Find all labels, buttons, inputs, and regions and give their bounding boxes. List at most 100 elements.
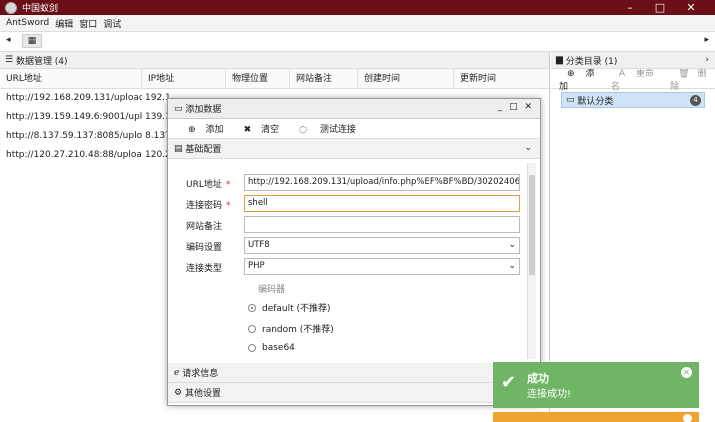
menu-edit[interactable]: 编辑 <box>55 17 73 30</box>
row-ip: 120.2 <box>145 150 169 160</box>
encoder-radio-random[interactable]: random (不推荐) <box>248 322 334 335</box>
success-toast: ✔ 成功 连接成功! ✕ <box>493 362 699 408</box>
dialog-clear-label: 清空 <box>261 125 280 135</box>
encoder-default-label: default (不推荐) <box>262 304 331 314</box>
connection-type-select[interactable]: PHP ⌄ <box>244 258 520 275</box>
toast-close-icon[interactable] <box>683 414 692 422</box>
config-icon: ▤ <box>174 143 186 154</box>
rename-category-button[interactable]: A 重命名 <box>611 66 662 92</box>
tab-toolbar: ◂ ▦ ▸ <box>0 32 715 52</box>
section-other-settings[interactable]: ⚙ 其他设置 <box>168 383 540 403</box>
scrollbar-thumb[interactable] <box>529 175 535 275</box>
column-url[interactable]: URL地址 <box>0 69 142 89</box>
chevron-down-icon: ⌄ <box>508 240 516 250</box>
column-updated[interactable]: 更新时间 <box>454 69 550 89</box>
category-panel-header: ▆ 分类目录 (1) › <box>551 52 715 69</box>
request-icon: ℯ <box>174 367 183 378</box>
category-panel-title: 分类目录 (1) <box>565 56 618 67</box>
warning-toast <box>493 412 699 422</box>
column-ip[interactable]: IP地址 <box>142 69 226 89</box>
column-location[interactable]: 物理位置 <box>226 69 290 89</box>
home-tab-grid-icon[interactable]: ▦ <box>22 34 42 48</box>
basic-config-form: URL地址 * http://192.168.209.131/upload/inf… <box>172 161 538 361</box>
radio-selected-icon <box>248 303 256 312</box>
encoder-base64-label: base64 <box>262 343 295 353</box>
toast-close-icon[interactable]: ✕ <box>681 367 692 378</box>
scroll-left-icon[interactable]: ◂ <box>6 35 11 45</box>
radio-icon <box>248 324 256 333</box>
gears-icon: ⚙ <box>174 387 185 398</box>
category-count-badge: 4 <box>690 95 701 106</box>
section-basic-config[interactable]: ▤ 基础配置 ⌄ <box>168 139 540 159</box>
menu-window[interactable]: 窗口 <box>79 17 97 30</box>
encoder-title: 编码器 <box>258 285 286 295</box>
data-panel-header: ☰ 数据管理 (4) <box>0 52 549 69</box>
encoder-radio-base64[interactable]: base64 <box>248 343 295 353</box>
dialog-add-button[interactable]: ⊕ 添加 <box>178 122 224 135</box>
category-toolbar: ⊕ 添加 A 重命名 🗑 删除 <box>551 66 715 92</box>
trash-icon: 🗑 <box>678 68 690 79</box>
row-ip: 139.1 <box>145 112 169 122</box>
plus-circle-icon: ⊕ <box>567 68 575 79</box>
dialog-title: 添加数据 <box>185 105 222 115</box>
chevron-down-icon: ⌄ <box>508 261 516 271</box>
dialog-test-label: 测试连接 <box>319 125 356 135</box>
dialog-add-label: 添加 <box>205 125 224 135</box>
type-label: 连接类型 <box>186 264 223 274</box>
chevron-down-icon: ⌄ <box>524 143 532 153</box>
column-note[interactable]: 网站备注 <box>290 69 358 89</box>
row-ip: 192.1 <box>145 93 169 103</box>
password-input[interactable]: shell <box>244 195 520 212</box>
url-label: URL地址 * <box>186 180 231 190</box>
window-icon: ▭ <box>174 103 186 114</box>
dialog-toolbar: ⊕ 添加 ✖ 清空 ◌ 测试连接 <box>168 119 540 139</box>
password-label: 连接密码 * <box>186 201 231 211</box>
section-request-info[interactable]: ℯ 请求信息 <box>168 363 540 383</box>
radio-icon <box>248 344 256 352</box>
plus-circle-icon: ⊕ <box>188 125 196 135</box>
folder-open-icon: ▭ <box>566 95 578 105</box>
grid-header: URL地址 IP地址 物理位置 网站备注 创建时间 更新时间 <box>0 69 549 89</box>
add-category-button[interactable]: ⊕ 添加 <box>559 66 603 92</box>
note-input[interactable] <box>244 216 520 233</box>
dialog-test-connection-button[interactable]: ◌ 测试连接 <box>289 122 356 135</box>
collapse-panel-icon[interactable]: › <box>705 55 709 65</box>
list-icon: ☰ <box>5 55 16 65</box>
category-item-default[interactable]: ▭ 默认分类 4 <box>561 92 705 108</box>
maximize-button[interactable]: □ <box>647 0 673 15</box>
row-url: http://139.159.149.6:9001/upload <box>6 112 142 122</box>
category-item-label: 默认分类 <box>577 96 614 107</box>
url-input[interactable]: http://192.168.209.131/upload/info.php%E… <box>244 174 520 191</box>
dialog-clear-button[interactable]: ✖ 清空 <box>234 122 280 135</box>
menu-antsword[interactable]: AntSword <box>6 18 49 28</box>
minimize-button[interactable]: – <box>617 0 643 15</box>
app-logo-icon <box>5 1 17 14</box>
add-data-dialog: ▭ 添加数据 _ □ ✕ ⊕ 添加 ✖ 清空 ◌ 测试连接 ▤ 基础配置 ⌄ URL… <box>167 98 541 406</box>
spinner-icon: ◌ <box>299 125 307 135</box>
scroll-right-icon[interactable]: ▸ <box>704 35 709 45</box>
section-basic-label: 基础配置 <box>185 145 222 155</box>
menu-debug[interactable]: 调试 <box>103 17 121 30</box>
encoder-radio-default[interactable]: default (不推荐) <box>248 301 331 314</box>
close-button[interactable]: ✕ <box>678 0 704 15</box>
encoder-random-label: random (不推荐) <box>262 325 334 335</box>
encoding-select[interactable]: UTF8 ⌄ <box>244 237 520 254</box>
folder-icon: ▆ <box>556 55 566 65</box>
connection-type-value: PHP <box>248 261 265 271</box>
dialog-window-controls[interactable]: _ □ ✕ <box>498 102 534 112</box>
window-title: 中国蚁剑 <box>22 4 59 14</box>
toast-message: 连接成功! <box>527 389 572 400</box>
add-category-label: 添加 <box>559 68 595 92</box>
delete-category-button[interactable]: 🗑 删除 <box>670 66 715 92</box>
dialog-titlebar[interactable]: ▭ 添加数据 _ □ ✕ <box>168 99 540 119</box>
menu-bar: AntSword 编辑 窗口 调试 <box>0 15 715 32</box>
rename-category-label: 重命名 <box>610 68 654 92</box>
section-request-label: 请求信息 <box>182 369 219 379</box>
form-scrollbar[interactable] <box>527 163 536 359</box>
x-icon: ✖ <box>243 125 252 135</box>
encoding-label: 编码设置 <box>186 243 223 253</box>
column-created[interactable]: 创建时间 <box>358 69 454 89</box>
row-ip: 8.137 <box>145 131 169 141</box>
window-titlebar: 中国蚁剑 <box>0 0 715 15</box>
checkmark-icon: ✔ <box>501 372 517 393</box>
